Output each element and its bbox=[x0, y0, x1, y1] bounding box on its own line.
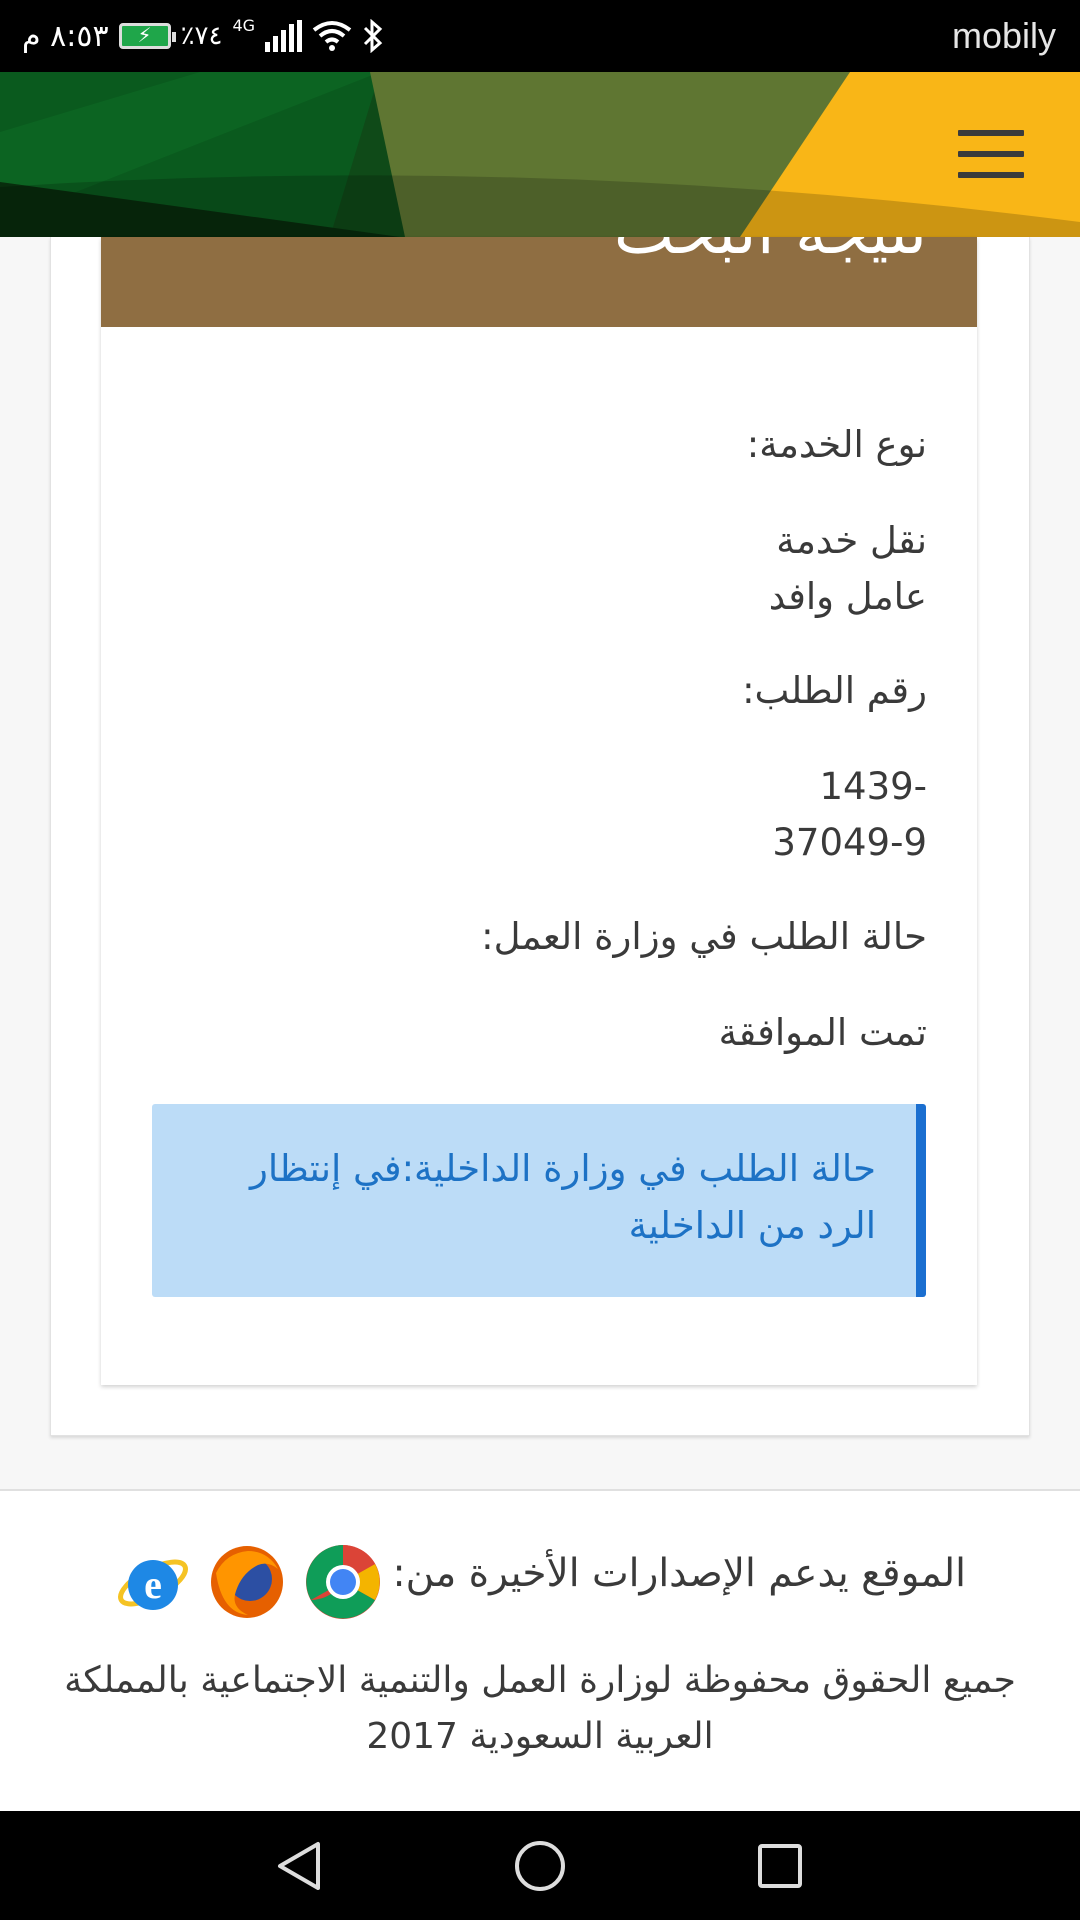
battery-icon: ⚡ bbox=[118, 23, 176, 49]
request-number-line1: 1439- bbox=[819, 765, 927, 808]
android-nav-bar bbox=[0, 1811, 1080, 1920]
bluetooth-icon bbox=[362, 19, 384, 53]
supported-browsers: الموقع يدعم الإصدارات الأخيرة من: e bbox=[0, 1543, 1080, 1623]
service-type-value: نقل خدمة عامل وافد bbox=[147, 513, 927, 625]
signal-icon bbox=[265, 20, 303, 52]
svg-text:e: e bbox=[144, 1562, 162, 1607]
copyright-line1: جميع الحقوق محفوظة لوزارة العمل والتنمية… bbox=[64, 1660, 1016, 1701]
request-number-label: رقم الطلب: bbox=[742, 669, 927, 712]
status-bar: ٨:٥٣ م ⚡ ٪٧٤ 4G mobily bbox=[0, 0, 1080, 72]
supported-browsers-text: الموقع يدعم الإصدارات الأخيرة من: bbox=[392, 1551, 966, 1596]
copyright-line2: العربية السعودية 2017 bbox=[366, 1716, 714, 1757]
result-title: نتيجة البحث bbox=[614, 237, 927, 269]
hamburger-menu-icon[interactable] bbox=[958, 130, 1024, 178]
labor-status-label: حالة الطلب في وزارة العمل: bbox=[481, 915, 927, 958]
interior-status-line2: الرد من الداخلية bbox=[628, 1204, 876, 1247]
copyright-text: جميع الحقوق محفوظة لوزارة العمل والتنمية… bbox=[0, 1653, 1080, 1765]
interior-status-alert: حالة الطلب في وزارة الداخلية:في إنتظار ا… bbox=[152, 1104, 926, 1297]
recents-icon[interactable] bbox=[752, 1838, 808, 1894]
internet-explorer-icon: e bbox=[114, 1543, 192, 1621]
network-type: 4G bbox=[232, 16, 256, 35]
banner-graphic bbox=[0, 72, 1080, 237]
search-result-card: نتيجة البحث نوع الخدمة: نقل خدمة عامل وا… bbox=[101, 237, 977, 1385]
chrome-icon bbox=[304, 1543, 382, 1621]
request-number-line2: 37049-9 bbox=[772, 821, 927, 864]
result-card-header: نتيجة البحث bbox=[101, 237, 977, 327]
battery-percent: ٪٧٤ bbox=[180, 21, 223, 51]
result-details: نوع الخدمة: نقل خدمة عامل وافد رقم الطلب… bbox=[147, 417, 927, 1099]
interior-status-line1: حالة الطلب في وزارة الداخلية:في إنتظار bbox=[250, 1147, 876, 1190]
service-type-value-line2: عامل وافد bbox=[768, 575, 927, 618]
site-footer: الموقع يدعم الإصدارات الأخيرة من: e جميع… bbox=[0, 1489, 1080, 1813]
carrier-name: mobily bbox=[951, 15, 1056, 56]
labor-status-value: تمت الموافقة bbox=[718, 1011, 927, 1054]
site-header-banner bbox=[0, 72, 1080, 237]
service-type-value-line1: نقل خدمة bbox=[776, 519, 927, 562]
status-indicators: ٨:٥٣ م ⚡ ٪٧٤ 4G bbox=[22, 0, 384, 72]
service-type-label: نوع الخدمة: bbox=[746, 423, 927, 466]
home-icon[interactable] bbox=[512, 1838, 568, 1894]
clock: ٨:٥٣ م bbox=[22, 18, 109, 54]
wifi-icon bbox=[312, 20, 352, 52]
request-number-value: 1439- 37049-9 bbox=[147, 759, 927, 871]
firefox-icon bbox=[208, 1543, 286, 1621]
back-icon[interactable] bbox=[272, 1838, 328, 1894]
